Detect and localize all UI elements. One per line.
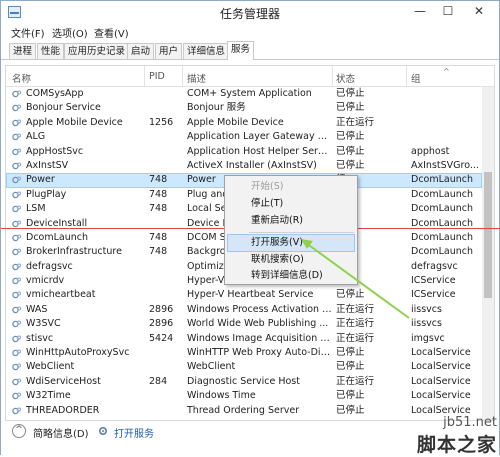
gear-icon	[98, 426, 108, 436]
annotation-arrow	[301, 239, 410, 319]
task-manager-window: 任务管理器 — ☐ ✕ 文件(F) 选项(O) 查看(V) 进程 性能 应用历史…	[0, 0, 500, 457]
less-details-link[interactable]: 简略信息(D)	[33, 425, 89, 440]
chevron-up-icon[interactable]: ^	[12, 424, 26, 438]
annotation-arrow-line	[305, 242, 410, 319]
watermark-text: 脚本之家	[416, 434, 497, 456]
open-services-link[interactable]: 打开服务	[114, 425, 154, 440]
watermark-url: jb51.net	[443, 415, 497, 430]
watermark: jb51.net 脚本之家	[417, 415, 497, 457]
